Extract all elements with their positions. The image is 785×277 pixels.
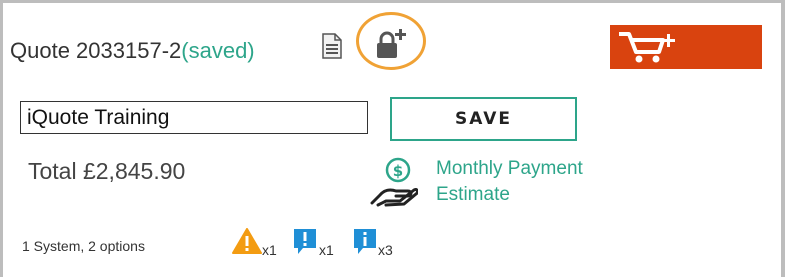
lock-add-icon[interactable] <box>375 28 407 60</box>
warning-alert[interactable]: x1 <box>232 228 287 258</box>
svg-text:$: $ <box>393 162 403 180</box>
configuration-summary: 1 System, 2 options <box>22 238 145 254</box>
info-count: x3 <box>378 242 393 258</box>
document-icon[interactable] <box>322 33 342 59</box>
estimate-label: Estimate <box>436 184 510 205</box>
monthly-payment-estimate-link[interactable]: Monthly Payment Estimate <box>436 156 636 208</box>
quote-name-input[interactable] <box>20 101 368 134</box>
save-button[interactable]: SAVE <box>390 97 577 141</box>
cart-add-icon <box>619 32 675 63</box>
error-alert[interactable]: x1 <box>292 228 344 258</box>
hand-coin-icon[interactable]: $ <box>370 157 418 211</box>
panel-border-right <box>781 0 785 277</box>
monthly-payment-label: Monthly Payment <box>436 158 583 179</box>
warning-icon <box>232 228 262 254</box>
exclamation-icon <box>294 229 316 254</box>
quote-saved-status: (saved) <box>181 38 255 63</box>
add-to-cart-button[interactable] <box>610 25 762 69</box>
info-icon <box>354 229 376 254</box>
info-alert[interactable]: x3 <box>353 228 405 258</box>
panel-border-top <box>0 0 785 3</box>
panel-border-left <box>0 0 3 277</box>
error-count: x1 <box>319 242 334 258</box>
warning-count: x1 <box>262 242 277 258</box>
quote-title: Quote 2033157-2(saved) <box>10 38 255 64</box>
quote-number: Quote 2033157-2 <box>10 38 182 63</box>
quote-total: Total £2,845.90 <box>28 158 186 184</box>
